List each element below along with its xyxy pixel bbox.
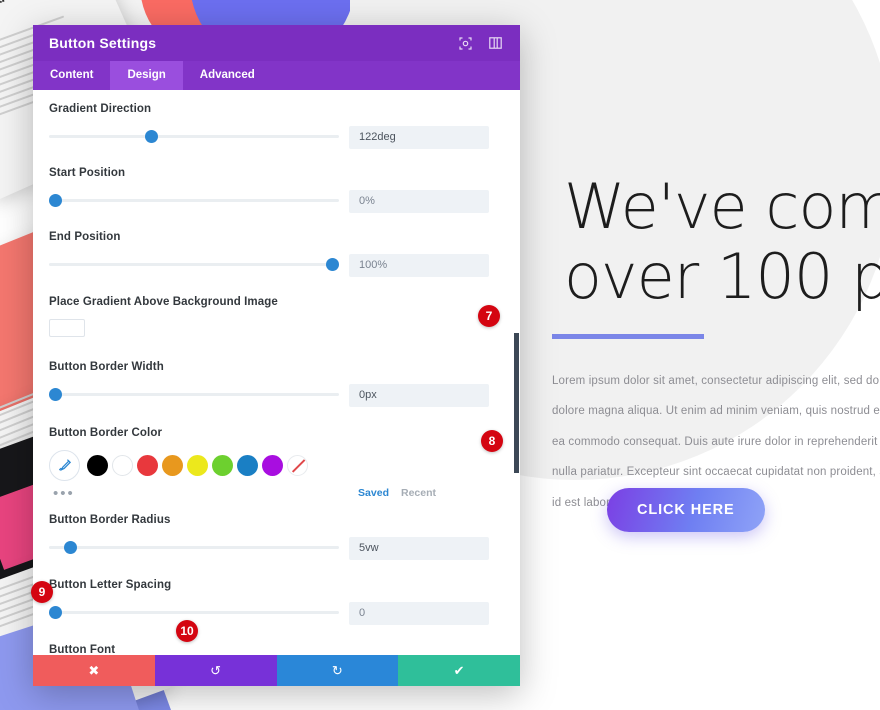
- swatch-green[interactable]: [212, 455, 233, 476]
- slider-knob[interactable]: [326, 258, 339, 271]
- modal-footer: ✖ ↺ ↻ ✔: [33, 655, 520, 686]
- letter-spacing-slider[interactable]: [49, 606, 339, 620]
- field-label: Start Position: [49, 167, 126, 179]
- swatch-none[interactable]: [287, 455, 308, 476]
- border-radius-value[interactable]: 5vw: [349, 537, 489, 560]
- slider-knob[interactable]: [63, 541, 77, 554]
- color-swatch-row: [49, 450, 504, 481]
- field-start-position: Start Position 0%: [33, 167, 520, 213]
- callout-badge-10: 10: [176, 620, 198, 642]
- site-hero-section: We've comp over 100 pr Lorem ipsum dolor…: [552, 0, 880, 710]
- slider-knob[interactable]: [144, 130, 158, 143]
- recent-colors-link[interactable]: Recent: [401, 487, 436, 499]
- hero-heading-line-1: We've comp: [564, 170, 880, 243]
- field-place-gradient: Place Gradient Above Background Image NO: [33, 296, 520, 342]
- start-position-slider[interactable]: [49, 194, 339, 208]
- redo-button[interactable]: ↻: [276, 655, 399, 686]
- tab-advanced[interactable]: Advanced: [183, 61, 272, 90]
- field-label: End Position: [49, 231, 121, 243]
- field-border-radius: Button Border Radius 5vw: [33, 514, 520, 560]
- field-end-position: End Position 100%: [33, 231, 520, 277]
- click-here-button[interactable]: CLICK HERE: [607, 488, 765, 532]
- toggle-switch[interactable]: [49, 319, 85, 337]
- expand-icon[interactable]: [456, 34, 474, 52]
- slider-track: [49, 263, 339, 266]
- swatch-purple[interactable]: [262, 455, 283, 476]
- gradient-direction-value[interactable]: 122deg: [349, 126, 489, 149]
- modal-title: Button Settings: [49, 35, 157, 51]
- button-settings-modal: Button Settings Content Design Advanced: [33, 25, 520, 686]
- field-label: Button Letter Spacing: [49, 579, 172, 591]
- slider-track: [49, 393, 339, 396]
- gradient-direction-slider[interactable]: [49, 130, 339, 144]
- callout-badge-9: 9: [31, 581, 53, 603]
- end-position-slider[interactable]: [49, 258, 339, 272]
- hero-body-line: ea commodo consequat. Duis aute irure do…: [552, 435, 880, 448]
- swatch-red[interactable]: [137, 455, 158, 476]
- callout-badge-8: 8: [481, 430, 503, 452]
- scrollbar-thumb[interactable]: [514, 333, 519, 473]
- slider-knob[interactable]: [49, 388, 62, 401]
- swatch-yellow[interactable]: [187, 455, 208, 476]
- field-border-width: Button Border Width 0px: [33, 361, 520, 407]
- slider-track: [49, 546, 339, 549]
- slider-knob[interactable]: [49, 194, 62, 207]
- hero-body-line: Lorem ipsum dolor sit amet, consectetur …: [552, 375, 880, 387]
- modal-body: Gradient Direction 122deg Start Position: [33, 90, 520, 655]
- field-label: Button Font: [49, 644, 116, 655]
- cancel-button[interactable]: ✖: [33, 655, 155, 686]
- field-button-font: Button Font Default ▲▼: [33, 644, 520, 655]
- color-picker-links: Saved Recent: [358, 487, 436, 499]
- letter-spacing-value[interactable]: 0: [349, 602, 489, 625]
- field-label: Button Border Color: [49, 427, 163, 439]
- hero-body-line: dolore magna aliqua. Ut enim ad minim ve…: [552, 405, 880, 418]
- field-label: Button Border Radius: [49, 514, 171, 526]
- field-label: Place Gradient Above Background Image: [49, 296, 278, 308]
- slider-knob[interactable]: [49, 606, 62, 619]
- layout-view-icon[interactable]: [486, 34, 504, 52]
- slider-track: [49, 199, 339, 202]
- undo-button[interactable]: ↺: [154, 655, 277, 686]
- swatch-black[interactable]: [87, 455, 108, 476]
- tab-content[interactable]: Content: [33, 61, 110, 90]
- field-border-color: Button Border Color ••• Saved Recent: [33, 427, 520, 502]
- eyedropper-icon[interactable]: [49, 450, 80, 481]
- modal-tabs: Content Design Advanced: [33, 61, 520, 90]
- modal-titlebar: Button Settings: [33, 25, 520, 61]
- slider-track: [49, 135, 339, 138]
- border-radius-slider[interactable]: [49, 541, 339, 555]
- slider-track: [49, 611, 339, 614]
- field-label: Button Border Width: [49, 361, 164, 373]
- border-width-value[interactable]: 0px: [349, 384, 489, 407]
- field-gradient-direction: Gradient Direction 122deg: [33, 103, 520, 149]
- hero-divider-rule: [552, 334, 704, 339]
- modal-scrollbar[interactable]: [513, 90, 520, 655]
- swatch-blue[interactable]: [237, 455, 258, 476]
- callout-badge-7: 7: [478, 305, 500, 327]
- tab-design[interactable]: Design: [110, 61, 183, 90]
- end-position-value[interactable]: 100%: [349, 254, 489, 277]
- start-position-value[interactable]: 0%: [349, 190, 489, 213]
- place-gradient-toggle[interactable]: NO: [49, 319, 85, 337]
- more-colors-icon[interactable]: •••: [53, 485, 75, 502]
- field-label: Gradient Direction: [49, 103, 152, 115]
- swatch-white[interactable]: [112, 455, 133, 476]
- hero-heading: We've comp over 100 pr: [564, 170, 880, 314]
- field-letter-spacing: Button Letter Spacing 0: [33, 579, 520, 625]
- color-picker-footer: ••• Saved Recent: [49, 483, 504, 502]
- hero-body-line: nulla pariatur. Excepteur sint occaecat …: [552, 466, 880, 479]
- save-button[interactable]: ✔: [398, 655, 520, 686]
- saved-colors-link[interactable]: Saved: [358, 487, 389, 499]
- swatch-orange[interactable]: [162, 455, 183, 476]
- hero-heading-line-2: over 100 pr: [564, 240, 880, 314]
- page-root: Digital M und Lea rs We've comp over 100…: [0, 0, 880, 710]
- border-width-slider[interactable]: [49, 388, 339, 402]
